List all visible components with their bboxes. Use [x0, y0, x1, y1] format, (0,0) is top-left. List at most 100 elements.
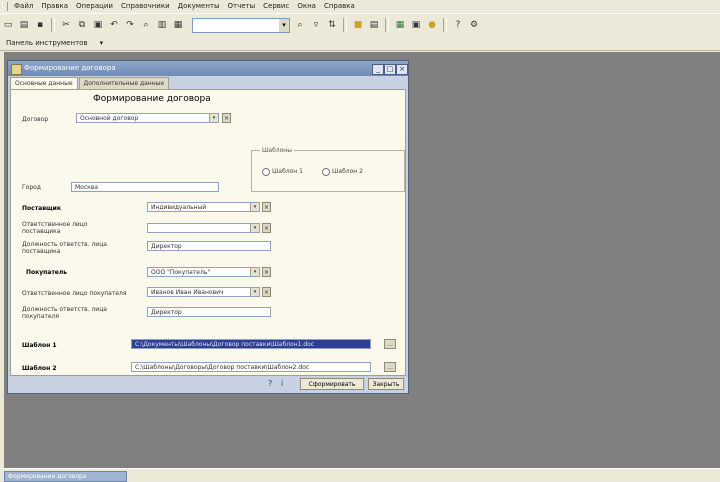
- template2-browse-button[interactable]: …: [384, 362, 396, 372]
- cut-icon[interactable]: ✂: [59, 18, 73, 32]
- lightbulb-icon[interactable]: ●: [425, 18, 439, 32]
- toolbar-separator: [443, 18, 447, 32]
- pos-buyer-label: Должность ответств. лица покупателя: [22, 306, 107, 320]
- buyer-select[interactable]: ООО "Покупатель" ▾: [147, 267, 260, 277]
- contract-dialog: Формирование договора _ □ × Основные дан…: [7, 60, 409, 394]
- rep-buyer-clear-button[interactable]: ×: [262, 287, 271, 297]
- redo-icon[interactable]: ↷: [123, 18, 137, 32]
- folder-icon[interactable]: ■: [351, 18, 365, 32]
- search-icon[interactable]: ⌕: [293, 18, 307, 32]
- rep-supplier-label: Ответственное лицо поставщика: [22, 221, 88, 235]
- city-value: Москва: [75, 184, 98, 191]
- contract-value: Основной договор: [80, 115, 139, 122]
- paste-icon[interactable]: ▣: [91, 18, 105, 32]
- new-document-icon[interactable]: ▭: [1, 18, 15, 32]
- toolbar-separator: [51, 18, 55, 32]
- chevron-down-icon[interactable]: ▾: [250, 203, 259, 211]
- toolbar-separator: [343, 18, 347, 32]
- dialog-content: Формирование договора Договор Основной д…: [10, 89, 406, 376]
- contract-clear-button[interactable]: ×: [222, 113, 231, 123]
- supplier-clear-button[interactable]: ×: [262, 202, 271, 212]
- supplier-label: Поставщик: [22, 205, 61, 212]
- radio-template-1[interactable]: [262, 168, 270, 176]
- rep-supplier-clear-button[interactable]: ×: [262, 223, 271, 233]
- search-combo[interactable]: ▾: [192, 17, 290, 33]
- pos-supplier-value: Директор: [151, 243, 182, 250]
- chevron-down-icon[interactable]: ▾: [250, 268, 259, 276]
- template1-path-value: C:\Документы\Шаблоны\Договор поставки\Ша…: [135, 341, 315, 348]
- tab-additional[interactable]: Дополнительные данные: [78, 77, 170, 89]
- menu-grip: [2, 2, 8, 11]
- city-input[interactable]: Москва: [71, 182, 219, 192]
- undo-icon[interactable]: ↶: [107, 18, 121, 32]
- menu-file[interactable]: Файл: [10, 0, 37, 13]
- contract-select[interactable]: Основной договор ▾: [76, 113, 219, 123]
- find-icon[interactable]: ⌕: [139, 18, 153, 32]
- help-icon[interactable]: ?: [268, 379, 272, 388]
- chevron-down-icon[interactable]: ▾: [279, 18, 289, 32]
- menu-edit[interactable]: Правка: [37, 0, 72, 13]
- pos-buyer-input[interactable]: Директор: [147, 307, 271, 317]
- template2-label: Шаблон 2: [22, 365, 57, 372]
- filter-icon[interactable]: ▿: [309, 18, 323, 32]
- supplier-select[interactable]: Индивидуальный ▾: [147, 202, 260, 212]
- radio-template-1-label: Шаблон 1: [272, 168, 303, 175]
- template1-browse-button[interactable]: …: [384, 339, 396, 349]
- menu-operations[interactable]: Операции: [72, 0, 117, 13]
- template1-path-input[interactable]: C:\Документы\Шаблоны\Договор поставки\Ша…: [131, 339, 371, 349]
- buyer-clear-button[interactable]: ×: [262, 267, 271, 277]
- chevron-down-icon[interactable]: ▾: [94, 39, 110, 47]
- dialog-title: Формирование договора: [24, 64, 116, 72]
- settings-icon[interactable]: ⚙: [467, 18, 481, 32]
- close-icon[interactable]: ×: [396, 64, 408, 75]
- chevron-down-icon[interactable]: ▾: [209, 114, 218, 122]
- panel-tab[interactable]: Панель инструментов: [0, 39, 94, 47]
- city-label: Город: [22, 184, 41, 191]
- menu-documents[interactable]: Документы: [174, 0, 224, 13]
- generate-button[interactable]: Сформировать: [300, 378, 364, 390]
- form-icon: [11, 64, 22, 75]
- calendar-icon[interactable]: ▣: [409, 18, 423, 32]
- dialog-titlebar[interactable]: Формирование договора _ □ ×: [8, 61, 408, 76]
- toolbar-separator: [385, 18, 389, 32]
- template-group: Шаблоны Шаблон 1 Шаблон 2: [251, 147, 405, 192]
- template1-label: Шаблон 1: [22, 342, 57, 349]
- preview-icon[interactable]: ▦: [171, 18, 185, 32]
- buyer-label: Покупатель: [26, 269, 68, 276]
- menu-windows[interactable]: Окна: [293, 0, 320, 13]
- pos-supplier-label: Должность ответств. лица поставщика: [22, 241, 107, 255]
- chevron-down-icon[interactable]: ▾: [250, 224, 259, 232]
- pos-supplier-input[interactable]: Директор: [147, 241, 271, 251]
- contract-label: Договор: [22, 116, 49, 123]
- taskbar-window-button[interactable]: Формирование договора: [4, 471, 127, 482]
- menu-references[interactable]: Справочники: [117, 0, 174, 13]
- rep-buyer-value: Иванов Иван Иванович: [151, 289, 224, 296]
- radio-template-2[interactable]: [322, 168, 330, 176]
- chevron-down-icon[interactable]: ▾: [250, 288, 259, 296]
- template2-path-value: C:\Шаблоны\Договоры\Договор поставки\Шаб…: [135, 364, 310, 371]
- close-button[interactable]: Закрыть: [368, 378, 404, 390]
- rep-buyer-select[interactable]: Иванов Иван Иванович ▾: [147, 287, 260, 297]
- buyer-value: ООО "Покупатель": [151, 269, 211, 276]
- template2-path-input[interactable]: C:\Шаблоны\Договоры\Договор поставки\Шаб…: [131, 362, 371, 372]
- save-icon[interactable]: ▪: [33, 18, 47, 32]
- dialog-tabs: Основные данные Дополнительные данные: [10, 77, 170, 90]
- dialog-footer: ? i Сформировать Закрыть: [8, 376, 408, 393]
- form-heading: Формирование договора: [93, 94, 211, 104]
- status-bar: Формирование договора: [0, 468, 720, 482]
- sort-icon[interactable]: ⇅: [325, 18, 339, 32]
- rep-supplier-select[interactable]: ▾: [147, 223, 260, 233]
- open-icon[interactable]: ▤: [17, 18, 31, 32]
- menu-service[interactable]: Сервис: [259, 0, 293, 13]
- pos-buyer-value: Директор: [151, 309, 182, 316]
- calculator-icon[interactable]: ▤: [367, 18, 381, 32]
- menu-help[interactable]: Справка: [320, 0, 359, 13]
- maximize-icon[interactable]: □: [384, 64, 396, 75]
- info-icon[interactable]: i: [281, 379, 283, 388]
- copy-icon[interactable]: ⧉: [75, 18, 89, 32]
- table-icon[interactable]: ▦: [393, 18, 407, 32]
- help-icon[interactable]: ?: [451, 18, 465, 32]
- menu-reports[interactable]: Отчеты: [224, 0, 260, 13]
- minimize-icon[interactable]: _: [372, 64, 384, 75]
- print-icon[interactable]: ▥: [155, 18, 169, 32]
